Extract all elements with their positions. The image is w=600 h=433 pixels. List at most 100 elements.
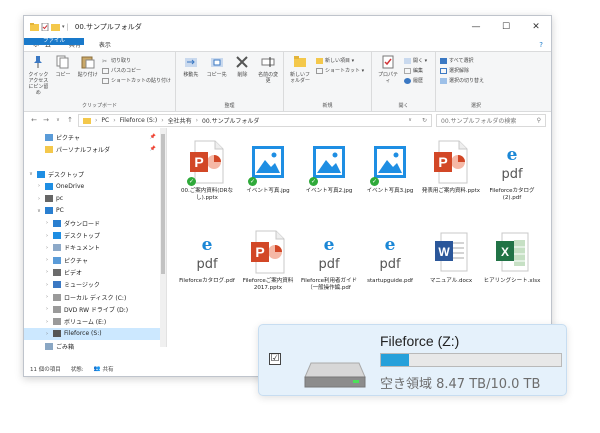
delete-button[interactable]: 削除 [232,55,254,102]
new-group-label: 新規 [322,103,333,109]
select-none-button[interactable]: 選択解除 [440,67,484,74]
minimize-button[interactable]: — [461,16,491,38]
tab-view[interactable]: 表示 [90,38,120,51]
shortcut-button[interactable]: ショートカット ▾ [316,67,364,74]
expand-chevron-icon[interactable]: › [36,196,42,202]
expand-chevron-icon[interactable]: › [36,183,42,189]
open-icon [404,57,411,64]
nav-item[interactable]: › ピクチャ [24,254,166,266]
expand-chevron-icon[interactable]: › [44,233,50,239]
nav-item[interactable]: ピクチャ 📌 [24,131,166,143]
expand-chevron-icon[interactable]: › [44,331,50,337]
cut-button[interactable]: ✂ 切り取り [102,57,171,65]
new-folder-icon[interactable] [51,23,60,31]
file-item[interactable]: W マニュアル.docx [421,230,481,285]
quick-access-toolbar: ▾ | [30,23,69,31]
breadcrumb-shared[interactable]: 全社共有 [168,116,192,125]
expand-chevron-icon[interactable]: › [44,294,50,300]
drive-capacity-card[interactable]: ☑ Fileforce (Z:) 空き領域 8.47 TB/10.0 TB [258,324,567,396]
tab-file[interactable]: ファイル [24,38,84,45]
nav-item[interactable]: › ビデオ [24,266,166,278]
file-item[interactable]: e pdf Fileforceカタログ.pdf [177,230,237,285]
nav-item[interactable]: › デスクトップ [24,229,166,241]
expand-chevron-icon[interactable]: ∨ [28,171,34,177]
pictures-icon [45,133,53,141]
file-item[interactable]: e pdf Fileforce利用者ガイド（一般操作編.pdf [299,230,359,292]
file-item[interactable]: P ✓ 00.ご案内資料(DRなし).pptx [177,140,237,202]
forward-icon[interactable]: → [42,116,50,124]
copy-to-button[interactable]: コピー先 [206,55,228,102]
nav-item[interactable]: › pc [24,192,166,204]
copy-path-button[interactable]: パスのコピー [101,67,171,74]
nav-item[interactable]: パーソナルフォルダ 📌 [24,143,166,155]
close-button[interactable]: ✕ [521,16,551,38]
properties-icon[interactable] [41,23,49,31]
recent-dropdown-icon[interactable]: ∨ [54,117,62,123]
nav-item[interactable]: › ボリューム (E:) [24,315,166,327]
move-to-button[interactable]: 移動先 [180,55,202,102]
qat-dropdown-icon[interactable]: ▾ [62,24,65,30]
expand-chevron-icon[interactable]: › [44,306,50,312]
pin-icon[interactable]: 📌 [150,146,156,152]
nav-item[interactable]: › ローカル ディスク (C:) [24,291,166,303]
file-item[interactable]: ✓ イベント写真3.jpg [360,140,420,195]
file-item[interactable]: e pdf Fileforceカタログ(2).pdf [482,140,542,202]
powerpoint-file-icon: P ✓ [187,140,225,186]
file-item[interactable]: P 発表用ご案内資料.pptx [421,140,481,195]
expand-chevron-icon[interactable]: › [44,282,50,288]
pin-quick-access-button[interactable]: クイック アクセスにピン留め [28,55,49,102]
nav-item-label: ビデオ [64,269,83,277]
cut-label: 切り取り [110,58,131,64]
nav-item[interactable]: ∨ PC [24,205,166,217]
nav-item[interactable]: › ダウンロード [24,217,166,229]
properties-button[interactable]: プロパティ [376,55,400,102]
help-icon[interactable]: ? [539,38,543,51]
expand-chevron-icon[interactable]: › [44,319,50,325]
maximize-button[interactable]: ☐ [491,16,521,38]
nav-item[interactable]: › Fileforce (S:) [24,327,166,341]
nav-item[interactable]: ごみ箱 [24,340,166,352]
expand-chevron-icon[interactable]: › [44,269,50,275]
expand-chevron-icon[interactable]: ∨ [36,208,42,214]
file-item[interactable]: ✓ イベント写真.jpg [238,140,298,195]
nav-scrollbar-thumb[interactable] [161,134,165,274]
nav-item[interactable]: ∨ デスクトップ [24,168,166,180]
breadcrumb-pc[interactable]: PC [101,117,109,124]
new-item-button[interactable]: 新しい項目 ▾ [316,57,364,64]
back-icon[interactable]: ← [30,116,38,124]
expand-chevron-icon[interactable]: › [44,257,50,263]
nav-scrollbar[interactable] [160,128,166,347]
path-separator: › [195,116,199,124]
expand-chevron-icon[interactable]: › [44,245,50,251]
new-folder-button[interactable]: 新しいフォルダー [288,55,312,102]
breadcrumb-drive[interactable]: Fileforce (S:) [120,117,158,124]
nav-item-label: Fileforce (S:) [64,330,102,338]
select-all-button[interactable]: すべて選択 [440,57,484,64]
nav-item[interactable]: › OneDrive [24,180,166,192]
address-dropdown-icon[interactable]: ∨ [408,117,412,123]
file-item[interactable]: P Fileforceご案内資料2017.pptx [238,230,298,292]
drive-checkbox[interactable]: ☑ [269,353,281,365]
breadcrumb-folder[interactable]: 00.サンプルフォルダ [202,116,259,125]
search-input[interactable]: 00.サンプルフォルダの検索 ⚲ [436,113,546,127]
edit-button[interactable]: 編集 [404,67,427,74]
nav-item[interactable]: › ミュージック [24,279,166,291]
nav-item[interactable]: › ドキュメント [24,242,166,254]
history-button[interactable]: 履歴 [404,77,427,84]
cloud-icon [45,182,53,190]
refresh-icon[interactable]: ↻ [416,117,431,124]
invert-selection-button[interactable]: 選択の切り替え [440,77,484,84]
paste-shortcut-button[interactable]: ショートカットの貼り付け [101,77,171,84]
paste-button[interactable]: 貼り付け [77,55,98,102]
nav-item[interactable]: › DVD RW ドライブ (D:) [24,303,166,315]
rename-button[interactable]: 名前の変更 [257,55,279,102]
expand-chevron-icon[interactable]: › [44,220,50,226]
open-button[interactable]: 開く ▾ [404,57,427,64]
file-item[interactable]: X ヒアリングシート.xlsx [482,230,542,285]
file-item[interactable]: e pdf startupguide.pdf [360,230,420,285]
up-icon[interactable]: ↑ [66,116,74,124]
pin-icon[interactable]: 📌 [150,134,156,140]
copy-button[interactable]: コピー [53,55,74,102]
address-bar[interactable]: › PC › Fileforce (S:) › 全社共有 › 00.サンプルフォ… [78,113,432,127]
file-item[interactable]: ✓ イベント写真2.jpg [299,140,359,195]
